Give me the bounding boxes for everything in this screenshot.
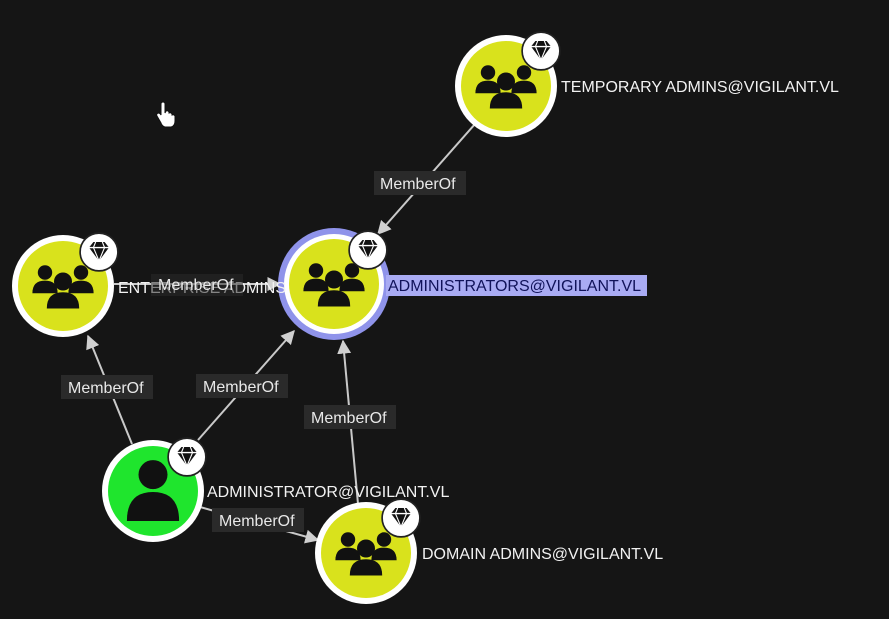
edge-label-text: MemberOf bbox=[68, 380, 144, 397]
node-label-temporary-admins: TEMPORARY ADMINS@VIGILANT.VL bbox=[561, 79, 839, 96]
diamond-gem-icon bbox=[79, 232, 119, 272]
node-administrators[interactable] bbox=[278, 228, 390, 340]
edge-label-text: MemberOf bbox=[203, 379, 279, 396]
graph-canvas[interactable]: TEMPORARY ADMINS@VIGILANT.VL ADMINISTRAT… bbox=[0, 0, 889, 619]
graph-svg[interactable]: TEMPORARY ADMINS@VIGILANT.VL ADMINISTRAT… bbox=[0, 0, 889, 619]
edge-label-text: MemberOf bbox=[219, 513, 295, 530]
edge-label-text: MemberOf bbox=[311, 410, 387, 427]
node-enterprise-admins[interactable] bbox=[12, 232, 119, 337]
hand-pointer-icon bbox=[156, 101, 176, 128]
node-label-administrator: ADMINISTRATOR@VIGILANT.VL bbox=[207, 484, 449, 501]
edge-label-enterprise-to-admins[interactable]: MemberOf bbox=[151, 274, 243, 296]
node-label-domain-admins: DOMAIN ADMINS@VIGILANT.VL bbox=[422, 546, 663, 563]
diamond-gem-icon bbox=[167, 437, 207, 477]
edge-label-administrator-to-admins[interactable]: MemberOf bbox=[196, 374, 288, 398]
edge-label-domain-to-admins[interactable]: MemberOf bbox=[304, 405, 396, 429]
diamond-gem-icon bbox=[381, 498, 421, 538]
node-temporary-admins[interactable] bbox=[455, 31, 561, 137]
edge-label-temp-to-admins[interactable]: MemberOf bbox=[374, 171, 466, 195]
edge-label-text: MemberOf bbox=[380, 176, 456, 193]
edge-label-administrator-to-domain[interactable]: MemberOf bbox=[212, 508, 304, 532]
node-domain-admins[interactable] bbox=[315, 498, 421, 604]
edge-label-text: MemberOf bbox=[158, 277, 234, 294]
edge-label-administrator-to-enterprise[interactable]: MemberOf bbox=[61, 375, 153, 399]
node-administrator[interactable] bbox=[102, 437, 207, 542]
node-label-administrators: ADMINISTRATORS@VIGILANT.VL bbox=[388, 278, 641, 295]
diamond-gem-icon bbox=[521, 31, 561, 71]
diamond-gem-icon bbox=[348, 230, 388, 270]
